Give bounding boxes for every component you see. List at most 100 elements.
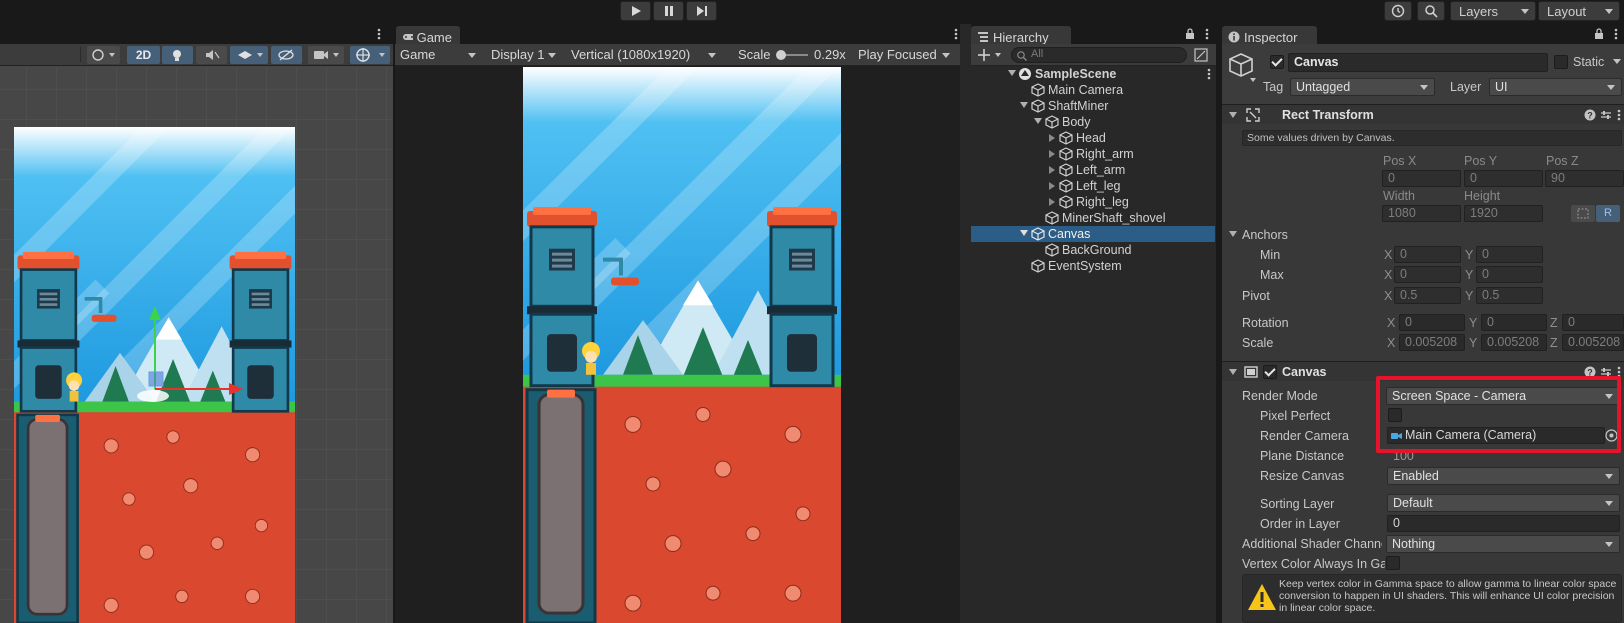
draw-mode-button[interactable] (87, 46, 120, 64)
hierarchy-item-label: Left_arm (1076, 163, 1126, 177)
order-in-layer-input[interactable]: 0 (1387, 515, 1620, 532)
static-dropdown-icon[interactable] (1612, 58, 1622, 66)
pos-x-input[interactable]: 0 (1382, 170, 1461, 187)
gameobject-icon (1031, 83, 1045, 97)
lightbulb-icon (173, 50, 181, 61)
play-mode-select[interactable]: Play Focused (853, 46, 957, 64)
play-mode-select-label: Play Focused (858, 47, 937, 62)
hierarchy-menu-icon[interactable] (1205, 28, 1209, 40)
resize-canvas-dropdown[interactable]: Enabled (1387, 467, 1620, 485)
lighting-toggle[interactable] (162, 46, 193, 64)
scene-view-panel[interactable]: 2D (0, 24, 393, 623)
pause-button[interactable] (653, 1, 684, 21)
game-view-select[interactable]: Game (395, 46, 483, 64)
canvas-enabled-checkbox[interactable] (1263, 365, 1277, 379)
gameobject-icon (1045, 243, 1059, 257)
hierarchy-item-left-leg[interactable]: Left_leg (971, 178, 1215, 194)
inspector-lock-icon[interactable] (1594, 28, 1604, 40)
hierarchy-item-canvas[interactable]: Canvas (971, 226, 1215, 242)
play-button[interactable] (620, 1, 651, 21)
effects-toggle[interactable] (230, 46, 268, 64)
history-button[interactable] (1384, 1, 1412, 21)
pos-y-input[interactable]: 0 (1464, 170, 1543, 187)
layout-dropdown[interactable]: Layout (1538, 1, 1620, 21)
gameobject-icon (1031, 227, 1045, 241)
scale-x-input[interactable]: 0.005208 (1399, 334, 1465, 351)
step-button[interactable] (686, 1, 717, 21)
rect-transform-header[interactable]: Rect Transform ? (1222, 104, 1624, 124)
tab-inspector[interactable]: Inspector (1222, 26, 1317, 46)
hierarchy-item-minershaft-shovel[interactable]: MinerShaft_shovel (971, 210, 1215, 226)
game-view-panel[interactable]: Game Game Display 1 Vertical (1080x1920)… (393, 24, 960, 623)
pos-z-input[interactable]: 90 (1545, 170, 1624, 187)
hierarchy-item-shaftminer[interactable]: ShaftMiner (971, 98, 1215, 114)
gizmos-button[interactable] (350, 46, 390, 64)
scale-z-label: Z (1550, 336, 1558, 350)
hierarchy-item-eventsystem[interactable]: EventSystem (971, 258, 1215, 274)
shader-channels-dropdown[interactable]: Nothing (1386, 535, 1620, 553)
search-button[interactable] (1417, 1, 1445, 21)
pivot-label: Pivot (1242, 289, 1270, 303)
layers-dropdown[interactable]: Layers (1450, 1, 1536, 21)
anchor-min-y-input[interactable]: 0 (1476, 246, 1543, 263)
gamma-warning-box: Keep vertex color in Gamma space to allo… (1242, 574, 1622, 623)
scale-slider[interactable] (776, 50, 808, 60)
lock-icon[interactable] (1185, 28, 1195, 40)
pivot-x-input[interactable]: 0.5 (1394, 287, 1461, 304)
static-checkbox[interactable] (1554, 55, 1568, 69)
blueprint-mode-button[interactable] (1571, 205, 1595, 222)
inspector-menu-icon[interactable] (1614, 28, 1618, 40)
scene-menu-icon[interactable] (377, 28, 381, 40)
tag-dropdown[interactable]: Untagged (1290, 78, 1435, 96)
scale-slider-handle[interactable] (776, 50, 786, 60)
shader-channels-label: Additional Shader Channe (1242, 537, 1382, 551)
create-button[interactable] (977, 47, 1005, 63)
scale-y-input[interactable]: 0.005208 (1481, 334, 1547, 351)
scale-z-input[interactable]: 0.005208 (1562, 334, 1624, 351)
display-select[interactable]: Display 1 (486, 46, 563, 64)
visibility-toggle[interactable] (271, 46, 302, 64)
help-icon[interactable]: ? (1584, 109, 1596, 121)
vertex-color-checkbox[interactable] (1386, 556, 1400, 570)
anchor-max-x-input[interactable]: 0 (1394, 266, 1461, 283)
hierarchy-item-main-camera[interactable]: Main Camera (971, 82, 1215, 98)
rotation-y-input[interactable]: 0 (1481, 314, 1547, 331)
raw-edit-button[interactable]: R (1596, 205, 1620, 222)
hierarchy-item-right-arm[interactable]: Right_arm (971, 146, 1215, 162)
2d-mode-button[interactable]: 2D (127, 46, 160, 64)
scene-menu-dots-icon[interactable] (1207, 68, 1211, 80)
component-menu-icon[interactable] (1617, 109, 1621, 121)
object-name-input[interactable]: Canvas (1288, 53, 1548, 72)
height-input[interactable]: 1920 (1464, 205, 1543, 222)
search-icon (1425, 5, 1438, 18)
layer-dropdown[interactable]: UI (1489, 78, 1622, 96)
width-input[interactable]: 1080 (1382, 205, 1461, 222)
move-gizmo[interactable] (135, 304, 245, 414)
scene-visibility-button[interactable] (1193, 47, 1211, 63)
tab-hierarchy[interactable]: Hierarchy (971, 26, 1071, 46)
audio-toggle[interactable] (196, 46, 227, 64)
mute-icon (206, 50, 220, 60)
pivot-y-input[interactable]: 0.5 (1476, 287, 1543, 304)
active-checkbox[interactable] (1270, 55, 1284, 69)
rotation-z-input[interactable]: 0 (1562, 314, 1624, 331)
hierarchy-item-background[interactable]: BackGround (971, 242, 1215, 258)
camera-settings-button[interactable] (308, 46, 344, 64)
presets-icon[interactable] (1600, 109, 1612, 121)
sorting-layer-dropdown[interactable]: Default (1387, 494, 1620, 512)
max-x-label: X (1384, 268, 1393, 282)
hierarchy-item-left-arm[interactable]: Left_arm (971, 162, 1215, 178)
tab-game[interactable]: Game (396, 26, 460, 46)
rotation-x-input[interactable]: 0 (1399, 314, 1465, 331)
pos-x-label: Pos X (1383, 154, 1417, 168)
anchor-max-y-input[interactable]: 0 (1476, 266, 1543, 283)
hierarchy-search-input[interactable]: All (1011, 47, 1187, 63)
hierarchy-item-body[interactable]: Body (971, 114, 1215, 130)
game-menu-icon[interactable] (954, 28, 958, 40)
hierarchy-item-head[interactable]: Head (971, 130, 1215, 146)
hierarchy-item-right-leg[interactable]: Right_leg (971, 194, 1215, 210)
gameobject-icon (1031, 259, 1045, 273)
hierarchy-item-samplescene[interactable]: SampleScene (971, 66, 1215, 82)
resolution-select[interactable]: Vertical (1080x1920) (566, 46, 723, 64)
anchor-min-x-input[interactable]: 0 (1394, 246, 1461, 263)
